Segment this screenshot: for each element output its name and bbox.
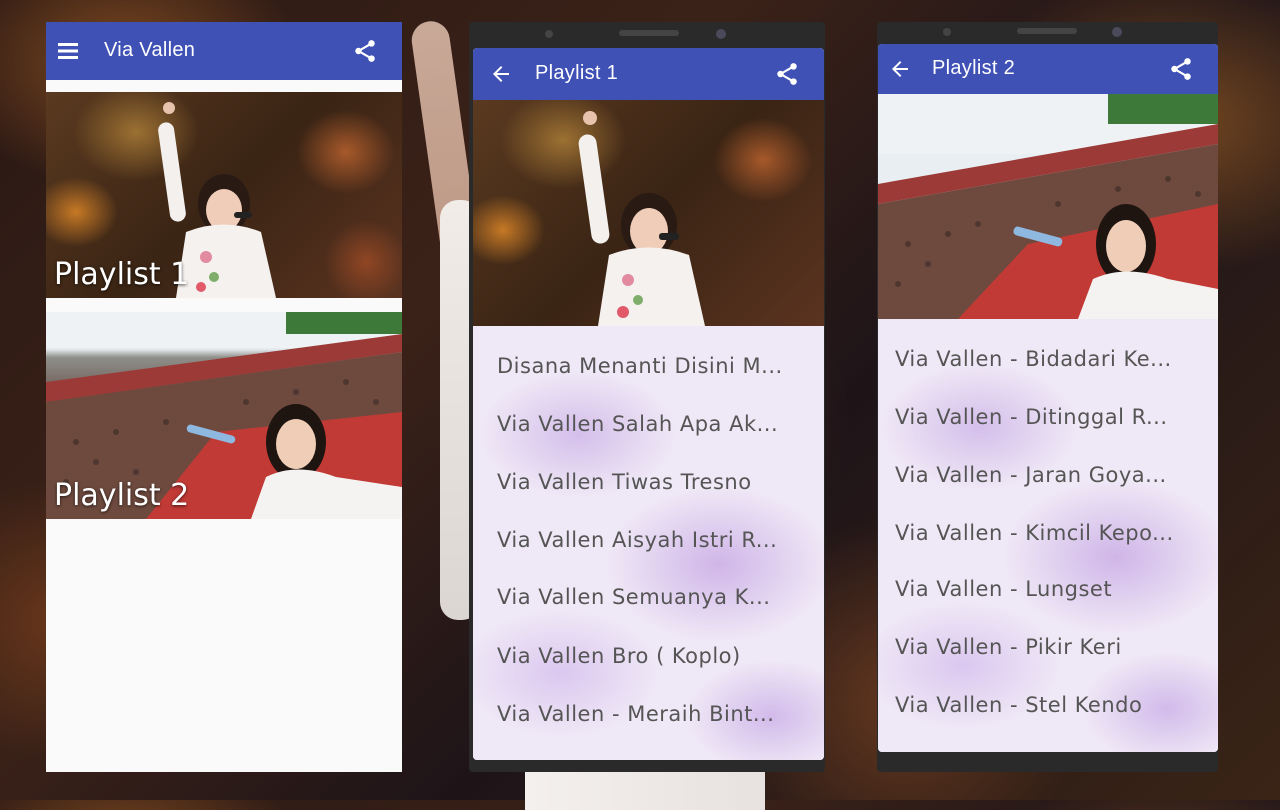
share-icon[interactable] <box>774 61 800 87</box>
song-item[interactable]: Via Vallen - Bidadari Ke... <box>878 347 1218 371</box>
playlist-card-2-label: Playlist 2 <box>54 478 190 513</box>
screen-playlist-2: Playlist 2 Via Vallen - Bidadari Ke... V… <box>878 44 1218 752</box>
app-bar: Playlist 2 <box>878 44 1218 94</box>
playlist-card-1[interactable]: Playlist 1 <box>46 92 402 298</box>
screen-title: Playlist 1 <box>535 62 619 84</box>
song-list: Via Vallen - Bidadari Ke... Via Vallen -… <box>878 319 1218 752</box>
playlist-card-2[interactable]: Playlist 2 <box>46 312 402 519</box>
song-item[interactable]: Via Vallen - Meraih Bint... <box>473 702 824 726</box>
song-item[interactable]: Disana Menanti Disini M... <box>473 354 824 378</box>
singer-photo-2 <box>878 94 1218 319</box>
app-title: Via Vallen <box>104 39 196 61</box>
playlist-card-1-label: Playlist 1 <box>54 257 190 292</box>
share-icon[interactable] <box>1168 56 1194 82</box>
arrow-back-icon[interactable] <box>489 62 513 86</box>
song-item[interactable]: Via Vallen Tiwas Tresno <box>473 470 824 494</box>
menu-icon[interactable] <box>56 39 80 63</box>
song-item[interactable]: Via Vallen - Lungset <box>878 577 1218 601</box>
app-bar: Playlist 1 <box>473 48 824 100</box>
screen-playlist-1: Playlist 1 Disana Menanti Disini M... Vi… <box>473 48 824 760</box>
screen-home: Via Vallen Playlist 1 Playlist 2 <box>46 22 402 772</box>
phone-speaker <box>545 29 726 39</box>
song-item[interactable]: Via Vallen - Ditinggal R... <box>878 405 1218 429</box>
song-item[interactable]: Via Vallen - Stel Kendo <box>878 693 1218 717</box>
share-icon[interactable] <box>352 38 378 64</box>
app-bar: Via Vallen <box>46 22 402 80</box>
song-item[interactable]: Via Vallen Semuanya K... <box>473 585 824 609</box>
song-item[interactable]: Via Vallen - Jaran Goya... <box>878 463 1218 487</box>
song-item[interactable]: Via Vallen Salah Apa Ak... <box>473 412 824 436</box>
playlist-header-image <box>878 94 1218 319</box>
song-item[interactable]: Via Vallen - Kimcil Kepo... <box>878 521 1218 545</box>
screen-title: Playlist 2 <box>932 57 1016 79</box>
singer-photo-1 <box>578 111 705 326</box>
song-item[interactable]: Via Vallen Bro ( Koplo) <box>473 644 824 668</box>
song-item[interactable]: Via Vallen Aisyah Istri R... <box>473 528 824 552</box>
song-item[interactable]: Via Vallen - Pikir Keri <box>878 635 1218 659</box>
playlist-header-image <box>473 100 824 326</box>
background-singer-dress <box>525 770 765 810</box>
arrow-back-icon[interactable] <box>888 57 912 81</box>
song-list: Disana Menanti Disini M... Via Vallen Sa… <box>473 326 824 760</box>
